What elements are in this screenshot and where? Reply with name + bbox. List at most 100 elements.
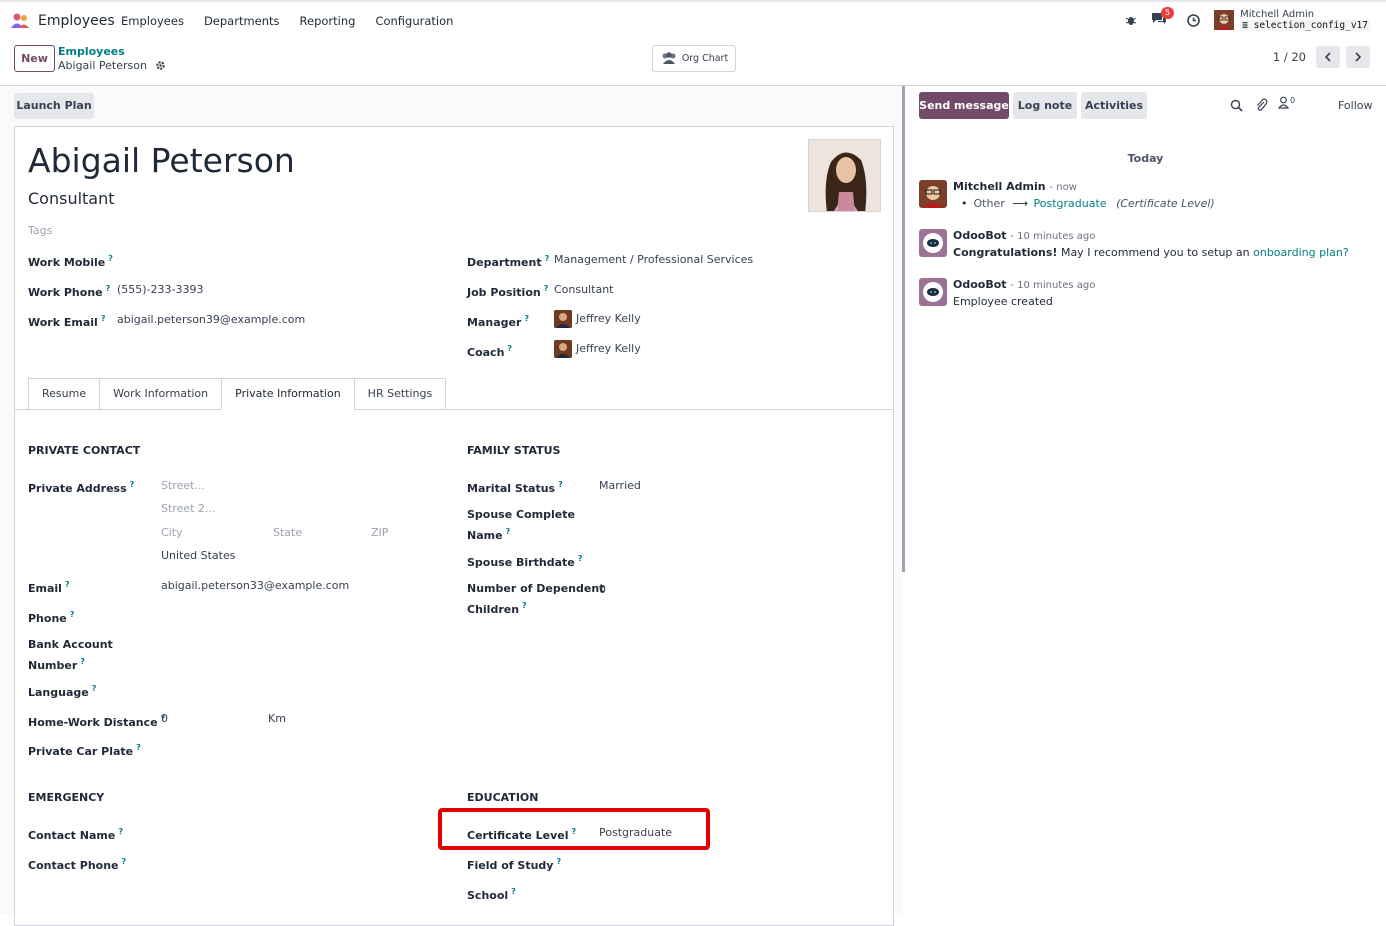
form-sheet: Abigail Peterson Consultant Tags Work Mo… <box>14 126 894 926</box>
new-button[interactable]: New <box>14 45 55 72</box>
odoobot-avatar[interactable] <box>919 278 947 306</box>
user-name: Mitchell Admin <box>1240 9 1315 20</box>
work-email-value[interactable]: abigail.peterson39@example.com <box>117 313 305 326</box>
activities-button[interactable]: Activities <box>1081 92 1147 119</box>
form-view: Launch Plan Abigail Peterson Consultant … <box>0 86 902 926</box>
send-message-button[interactable]: Send message <box>919 92 1009 119</box>
bank-account-label: Bank Account Number? <box>28 638 113 672</box>
employee-photo[interactable] <box>808 139 881 212</box>
bug-icon[interactable] <box>1125 14 1137 26</box>
job-position-label: Job Position? <box>467 284 549 299</box>
chevron-left-icon <box>1324 52 1331 62</box>
coach-label: Coach? <box>467 344 513 359</box>
manager-value[interactable]: Jeffrey Kelly <box>554 310 641 328</box>
manager-name: Jeffrey Kelly <box>576 312 641 325</box>
work-phone-label: Work Phone? <box>28 284 111 299</box>
messaging-menu[interactable]: 5 <box>1151 7 1175 28</box>
notebook-tabs: Resume Work Information Private Informat… <box>28 378 447 410</box>
menu-departments[interactable]: Departments <box>204 14 280 28</box>
chatter-message: Mitchell Admin - now • Other ⟶ Postgradua… <box>919 180 1379 210</box>
private-phone-label: Phone? <box>28 610 75 625</box>
chatter-message: OdooBot - 10 minutes ago Employee create… <box>919 278 1379 308</box>
menu-reporting[interactable]: Reporting <box>300 14 356 28</box>
contact-phone-label: Contact Phone? <box>28 857 127 872</box>
tracking-change: • Other ⟶ Postgraduate (Certificate Level… <box>961 197 1215 210</box>
user-menu[interactable]: Mitchell Admin ≣ selection_config_v17 <box>1214 9 1370 31</box>
org-chart-button[interactable]: Org Chart <box>652 45 736 72</box>
search-icon[interactable] <box>1230 99 1243 112</box>
street2-input[interactable]: Street 2... <box>161 502 215 515</box>
emergency-title: EMERGENCY <box>28 791 105 804</box>
work-phone-value[interactable]: (555)-233-3393 <box>117 283 204 296</box>
clock-icon[interactable] <box>1187 13 1200 27</box>
pager-next-button[interactable] <box>1346 46 1370 68</box>
distance-unit[interactable]: Km <box>268 712 286 725</box>
field-of-study-label: Field of Study? <box>467 857 562 872</box>
employee-name[interactable]: Abigail Peterson <box>28 141 295 180</box>
arrow-right-icon: ⟶ <box>1012 197 1029 210</box>
private-contact-title: PRIVATE CONTACT <box>28 444 141 457</box>
city-input[interactable]: City <box>161 526 183 539</box>
language-label: Language? <box>28 684 97 699</box>
tab-private-information[interactable]: Private Information <box>221 378 354 410</box>
spouse-name-label: Spouse Complete Name? <box>467 508 575 542</box>
department-label: Department? <box>467 254 550 269</box>
paperclip-icon[interactable] <box>1255 98 1268 112</box>
followers-count: 0 <box>1290 96 1296 105</box>
marital-status-value[interactable]: Married <box>599 479 641 492</box>
department-value[interactable]: Management / Professional Services <box>554 253 753 266</box>
job-position-value[interactable]: Consultant <box>554 283 613 296</box>
tab-work-information[interactable]: Work Information <box>99 378 222 410</box>
zip-input[interactable]: ZIP <box>371 526 388 539</box>
education-title: EDUCATION <box>467 791 539 804</box>
country-field[interactable]: United States <box>161 549 236 562</box>
date-separator: Today <box>1127 152 1164 165</box>
author-avatar[interactable] <box>919 180 947 208</box>
database-icon: ≣ <box>1242 20 1248 31</box>
chevron-right-icon <box>1355 52 1362 62</box>
followers-button[interactable]: 0 <box>1278 96 1295 109</box>
tags-field[interactable]: Tags <box>28 224 52 237</box>
database-name: selection_config_v17 <box>1253 20 1368 31</box>
menu-employees[interactable]: Employees <box>121 14 184 28</box>
onboarding-plan-link[interactable]: onboarding plan? <box>1253 246 1349 259</box>
pager-value[interactable]: 1 / 20 <box>1273 50 1306 64</box>
home-work-distance-value[interactable]: 0 <box>161 712 168 725</box>
certificate-level-highlight <box>438 808 710 850</box>
launch-plan-button[interactable]: Launch Plan <box>14 93 94 119</box>
gear-icon[interactable] <box>155 60 166 71</box>
state-input[interactable]: State <box>273 526 302 539</box>
street-input[interactable]: Street... <box>161 479 205 492</box>
log-note-button[interactable]: Log note <box>1013 92 1077 119</box>
users-icon <box>662 52 676 64</box>
dependent-children-value[interactable]: 0 <box>599 583 606 596</box>
coach-value[interactable]: Jeffrey Kelly <box>554 340 641 358</box>
employee-photo-image <box>809 140 880 211</box>
breadcrumb-current: Abigail Peterson <box>58 59 166 72</box>
tab-resume[interactable]: Resume <box>28 378 100 410</box>
home-work-distance-label: Home-Work Distance? <box>28 714 166 729</box>
private-email-value[interactable]: abigail.peterson33@example.com <box>161 579 349 592</box>
org-chart-label: Org Chart <box>681 53 729 64</box>
breadcrumb-employees[interactable]: Employees <box>58 45 125 58</box>
dependent-children-label: Number of Dependent Children? <box>467 582 605 616</box>
coach-name: Jeffrey Kelly <box>576 342 641 355</box>
odoobot-avatar[interactable] <box>919 229 947 257</box>
family-status-title: FAMILY STATUS <box>467 444 561 457</box>
message-author: OdooBot - 10 minutes ago <box>953 229 1096 242</box>
follow-button[interactable]: Follow <box>1338 99 1373 112</box>
job-title[interactable]: Consultant <box>28 189 115 208</box>
pager-previous-button[interactable] <box>1316 46 1340 68</box>
systray: 5 Mitchell Admin ≣ selection_config_v17 <box>1125 7 1370 31</box>
control-panel: New Employees Abigail Peterson Org Chart… <box>0 40 1386 86</box>
top-navbar: Employees Employees Departments Reportin… <box>0 0 1386 40</box>
tab-hr-settings[interactable]: HR Settings <box>353 378 447 410</box>
manager-label: Manager? <box>467 314 530 329</box>
main-menu: Employees Departments Reporting Configur… <box>121 14 453 28</box>
message-body: Congratulations! May I recommend you to … <box>953 246 1349 259</box>
private-address-label: Private Address? <box>28 480 135 495</box>
messages-badge: 5 <box>1161 7 1175 19</box>
menu-configuration[interactable]: Configuration <box>375 14 453 28</box>
app-switcher[interactable]: Employees <box>10 12 115 30</box>
work-email-label: Work Email? <box>28 314 106 329</box>
